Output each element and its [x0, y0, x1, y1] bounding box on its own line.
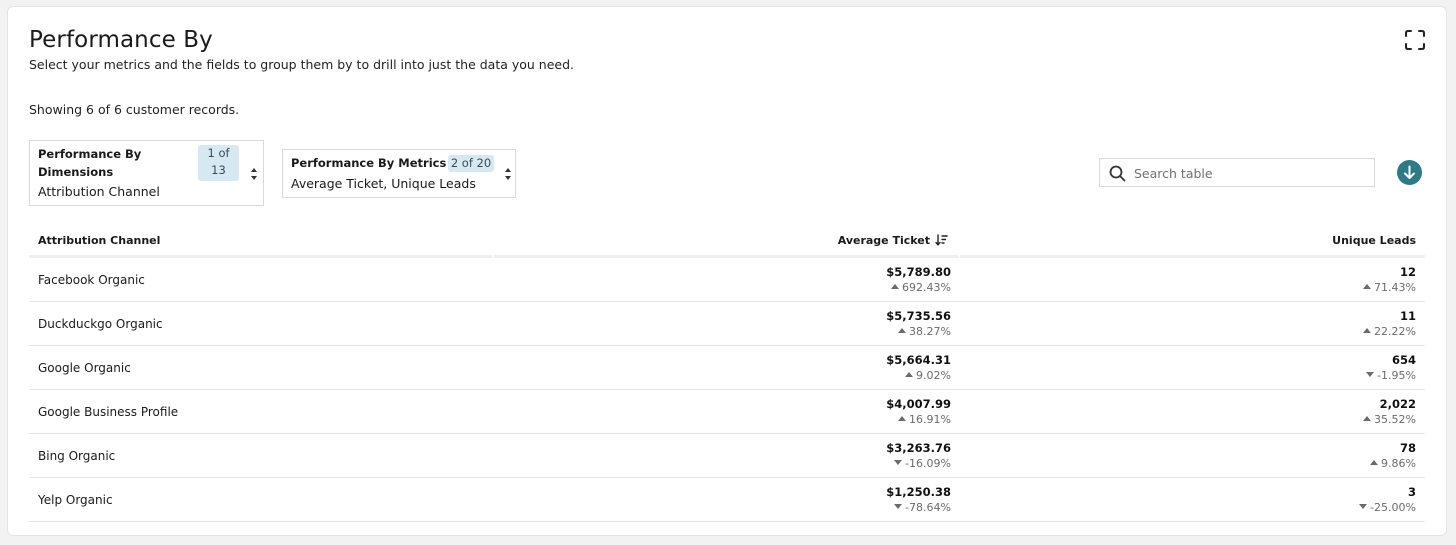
cell-average-ticket: $4,007.99 16.91% [494, 390, 960, 434]
average-ticket-change: -78.64% [503, 500, 951, 515]
expand-icon[interactable] [1405, 30, 1425, 50]
average-ticket-value: $5,735.56 [886, 309, 951, 323]
cell-attribution-channel: Bing Organic [29, 434, 494, 478]
metrics-select[interactable]: Performance By Metrics 2 of 20 Average T… [282, 149, 516, 198]
cell-attribution-channel: Yelp Organic [29, 478, 494, 522]
trend-up-icon [898, 328, 907, 333]
search-icon [1109, 165, 1126, 182]
records-count: Showing 6 of 6 customer records. [29, 102, 240, 117]
sort-descending-icon [935, 233, 948, 246]
metrics-select-value: Average Ticket, Unique Leads [291, 176, 476, 191]
metrics-select-label: Performance By Metrics [291, 156, 447, 170]
download-icon [1404, 165, 1415, 179]
performance-table: Attribution Channel Average Ticket Uniqu… [29, 225, 1425, 522]
select-caret-icon [505, 168, 511, 180]
trend-down-icon [1366, 372, 1375, 377]
unique-leads-value: 654 [1391, 353, 1416, 367]
table-row: Duckduckgo Organic $5,735.56 38.27% 11 22.22… [29, 302, 1425, 346]
select-caret-icon [251, 168, 257, 180]
table-row: Yelp Organic $1,250.38 -78.64% 3 -25.00% [29, 478, 1425, 522]
download-button[interactable] [1397, 160, 1422, 185]
unique-leads-value: 11 [1399, 309, 1416, 323]
cell-unique-leads: 11 22.22% [960, 302, 1425, 346]
unique-leads-change: 71.43% [969, 280, 1416, 295]
page-subtitle: Select your metrics and the fields to gr… [29, 57, 575, 72]
average-ticket-value: $5,789.80 [886, 265, 951, 279]
trend-up-icon [905, 372, 914, 377]
cell-average-ticket: $3,263.76 -16.09% [494, 434, 960, 478]
metrics-count-badge: 2 of 20 [448, 155, 494, 172]
search-input[interactable] [1132, 162, 1366, 185]
cell-attribution-channel: Duckduckgo Organic [29, 302, 494, 346]
cell-attribution-channel: Google Organic [29, 346, 494, 390]
dimensions-select-value: Attribution Channel [38, 184, 160, 199]
unique-leads-value: 12 [1399, 265, 1416, 279]
cell-average-ticket: $5,789.80 692.43% [494, 258, 960, 302]
unique-leads-change: -25.00% [969, 500, 1416, 515]
trend-down-icon [1359, 504, 1368, 509]
trend-up-icon [898, 416, 907, 421]
average-ticket-value: $5,664.31 [886, 353, 951, 367]
unique-leads-value: 2,022 [1379, 397, 1416, 411]
average-ticket-change: 16.91% [503, 412, 951, 427]
dimensions-select[interactable]: Performance By Dimensions 1 of 13 Attrib… [29, 140, 264, 206]
trend-down-icon [894, 504, 903, 509]
average-ticket-value: $1,250.38 [886, 485, 951, 499]
cell-unique-leads: 2,022 35.52% [960, 390, 1425, 434]
dimensions-count-badge: 1 of 13 [198, 145, 239, 181]
cell-attribution-channel: Facebook Organic [29, 258, 494, 302]
trend-up-icon [1363, 284, 1372, 289]
average-ticket-change: 38.27% [503, 324, 951, 339]
cell-attribution-channel: Google Business Profile [29, 390, 494, 434]
unique-leads-value: 3 [1407, 485, 1416, 499]
table-row: Google Business Profile $4,007.99 16.91% 2,… [29, 390, 1425, 434]
column-header-average-ticket[interactable]: Average Ticket [494, 225, 960, 258]
column-header-unique-leads[interactable]: Unique Leads [960, 225, 1425, 258]
cell-average-ticket: $5,735.56 38.27% [494, 302, 960, 346]
trend-up-icon [1370, 460, 1379, 465]
table-row: Bing Organic $3,263.76 -16.09% 78 9.86% [29, 434, 1425, 478]
average-ticket-value: $3,263.76 [886, 441, 951, 455]
cell-average-ticket: $5,664.31 9.02% [494, 346, 960, 390]
dimensions-select-label: Performance By Dimensions [38, 147, 142, 179]
unique-leads-value: 78 [1399, 441, 1416, 455]
trend-up-icon [1363, 328, 1372, 333]
table-row: Google Organic $5,664.31 9.02% 654 -1.95% [29, 346, 1425, 390]
table-row: Facebook Organic $5,789.80 692.43% 12 71.43% [29, 258, 1425, 302]
unique-leads-change: -1.95% [969, 368, 1416, 383]
average-ticket-change: 9.02% [503, 368, 951, 383]
unique-leads-change: 22.22% [969, 324, 1416, 339]
average-ticket-change: 692.43% [503, 280, 951, 295]
cell-unique-leads: 3 -25.00% [960, 478, 1425, 522]
trend-up-icon [1363, 416, 1372, 421]
cell-unique-leads: 12 71.43% [960, 258, 1425, 302]
table-header-row: Attribution Channel Average Ticket Uniqu… [29, 225, 1425, 258]
performance-card: Performance By Select your metrics and t… [7, 6, 1447, 536]
trend-down-icon [894, 460, 903, 465]
column-header-attribution-channel[interactable]: Attribution Channel [29, 225, 494, 258]
average-ticket-value: $4,007.99 [886, 397, 951, 411]
cell-average-ticket: $1,250.38 -78.64% [494, 478, 960, 522]
cell-unique-leads: 78 9.86% [960, 434, 1425, 478]
average-ticket-change: -16.09% [503, 456, 951, 471]
search-box[interactable] [1099, 158, 1375, 187]
trend-up-icon [891, 284, 900, 289]
column-header-label: Average Ticket [837, 233, 930, 247]
page-title: Performance By [29, 27, 213, 53]
unique-leads-change: 9.86% [969, 456, 1416, 471]
cell-unique-leads: 654 -1.95% [960, 346, 1425, 390]
unique-leads-change: 35.52% [969, 412, 1416, 427]
